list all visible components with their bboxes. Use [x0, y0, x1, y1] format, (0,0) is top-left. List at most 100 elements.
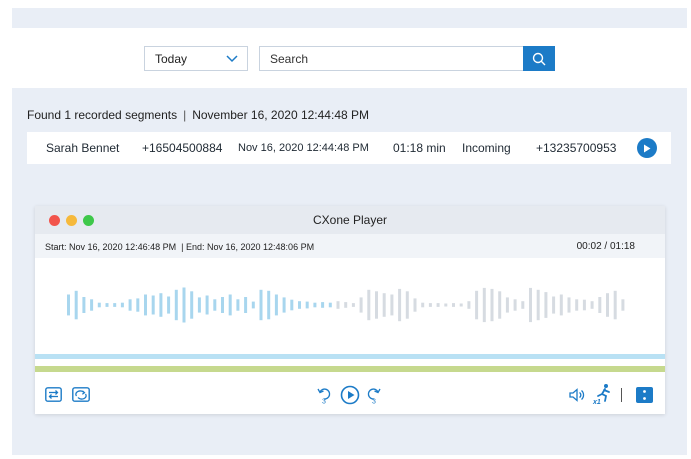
cell-dnis: +13235700953	[536, 141, 617, 155]
player-title: CXone Player	[312, 213, 388, 227]
waveform-bar	[144, 294, 147, 316]
start-label: Start:	[45, 242, 67, 252]
play-circle-icon	[644, 144, 651, 152]
waveform-bar	[328, 302, 332, 308]
cell-datetime: Nov 16, 2020 12:44:48 PM	[238, 142, 369, 154]
cxone-player-window: CXone Player Start: Nov 16, 2020 12:46:4…	[35, 206, 665, 414]
end-value: Nov 16, 2020 12:48:06 PM	[207, 242, 315, 252]
waveform-bar	[513, 299, 517, 311]
audio-waveform[interactable]	[35, 258, 665, 354]
waveform-bar	[228, 294, 232, 316]
forward-3-icon: 3	[367, 388, 381, 405]
timeline-track-agent[interactable]	[35, 354, 665, 359]
cell-ani: +16504500884	[142, 141, 223, 155]
waveform-bar	[390, 294, 394, 316]
waveform-bar	[344, 302, 348, 308]
start-value: Nov 16, 2020 12:46:48 PM	[69, 242, 177, 252]
end-label: End:	[185, 242, 205, 252]
search-input[interactable]	[259, 46, 524, 71]
player-controls: 3 3 x1	[35, 380, 665, 414]
volume-button[interactable]	[569, 388, 586, 402]
waveform-bar	[205, 295, 209, 315]
playback-speed-icon: x1	[592, 384, 610, 405]
waveform-bar	[336, 301, 340, 309]
waveform-bar	[120, 302, 124, 308]
search-button[interactable]	[523, 46, 555, 71]
waveform-bar	[167, 296, 171, 314]
swap-channels-icon	[45, 387, 62, 402]
waveform-bar	[529, 287, 532, 323]
segment-range: Start: Nov 16, 2020 12:46:48 PM | End: N…	[45, 242, 314, 252]
waveform-bar	[467, 301, 471, 309]
play-icon	[340, 385, 360, 405]
waveform-bar	[482, 287, 486, 323]
cell-duration: 01:18 min	[393, 141, 446, 155]
waveform-bar	[259, 289, 263, 321]
waveform-bar	[428, 303, 432, 307]
waveform-bar	[305, 301, 309, 309]
waveform-bar	[113, 303, 117, 307]
results-timestamp: November 16, 2020 12:44:48 PM	[192, 108, 369, 122]
range-separator: |	[178, 242, 186, 252]
waveform-bar	[244, 297, 248, 313]
results-count-text: Found 1 recorded segments	[27, 108, 178, 122]
waveform-bar	[475, 290, 479, 320]
waveform-bar	[436, 303, 440, 307]
waveform-bar	[290, 299, 294, 311]
waveform-bar	[128, 299, 132, 311]
more-options-button[interactable]	[636, 387, 653, 403]
speed-label: x1	[592, 399, 601, 405]
forward-seconds-label: 3	[372, 399, 376, 405]
waveform-bar	[190, 291, 194, 319]
summary-separator: |	[183, 108, 187, 122]
date-range-select[interactable]: Today	[144, 46, 248, 71]
maximize-window-button[interactable]	[83, 215, 94, 226]
waveform-bar	[367, 289, 371, 321]
waveform-bar	[74, 290, 78, 320]
playback-speed-button[interactable]: x1	[592, 383, 612, 405]
waveform-bar	[559, 294, 563, 316]
waveform-bar	[97, 302, 101, 308]
waveform-bar	[444, 303, 448, 307]
waveform-bar	[298, 301, 301, 309]
waveform-bar	[351, 303, 355, 307]
volume-icon	[569, 388, 585, 402]
table-row[interactable]: Sarah Bennet +16504500884 Nov 16, 2020 1…	[27, 132, 671, 164]
waveform-bar	[398, 288, 402, 322]
row-play-button[interactable]	[637, 138, 657, 158]
waveform-bar	[236, 299, 240, 311]
minimize-window-button[interactable]	[66, 215, 77, 226]
swap-channels-button[interactable]	[45, 387, 62, 402]
waveform-bar	[221, 297, 224, 313]
waveform-bar	[621, 299, 625, 311]
waveform-bar	[521, 301, 525, 309]
waveform-bar	[182, 287, 186, 323]
waveform-bar	[159, 293, 163, 317]
waveform-bar	[251, 301, 255, 309]
timeline-track-customer[interactable]	[35, 366, 665, 372]
waveform-bar	[375, 291, 378, 319]
forward-3-button[interactable]: 3	[367, 386, 381, 404]
waveform-bar	[321, 302, 325, 308]
waveform-bar	[405, 291, 409, 319]
rewind-seconds-label: 3	[322, 399, 326, 405]
waveform-bar	[459, 303, 463, 307]
waveform-bar	[598, 297, 602, 313]
rewind-3-button[interactable]: 3	[317, 386, 331, 404]
rewind-3-icon: 3	[317, 388, 331, 405]
waveform-bar	[267, 290, 271, 320]
search-icon	[532, 52, 546, 65]
player-info-bar: Start: Nov 16, 2020 12:46:48 PM | End: N…	[35, 234, 665, 258]
waveform-bar	[413, 298, 417, 312]
waveform-bar	[552, 296, 556, 314]
loop-button[interactable]	[72, 387, 90, 402]
play-button[interactable]	[340, 385, 360, 405]
controls-divider	[621, 388, 622, 402]
waveform-bar	[490, 288, 494, 322]
cell-agent: Sarah Bennet	[46, 141, 120, 155]
waveform-bar	[575, 299, 579, 311]
close-window-button[interactable]	[49, 215, 60, 226]
waveform-bar	[359, 297, 363, 313]
waveform-bar	[421, 302, 425, 308]
waveform-bar	[498, 291, 502, 319]
